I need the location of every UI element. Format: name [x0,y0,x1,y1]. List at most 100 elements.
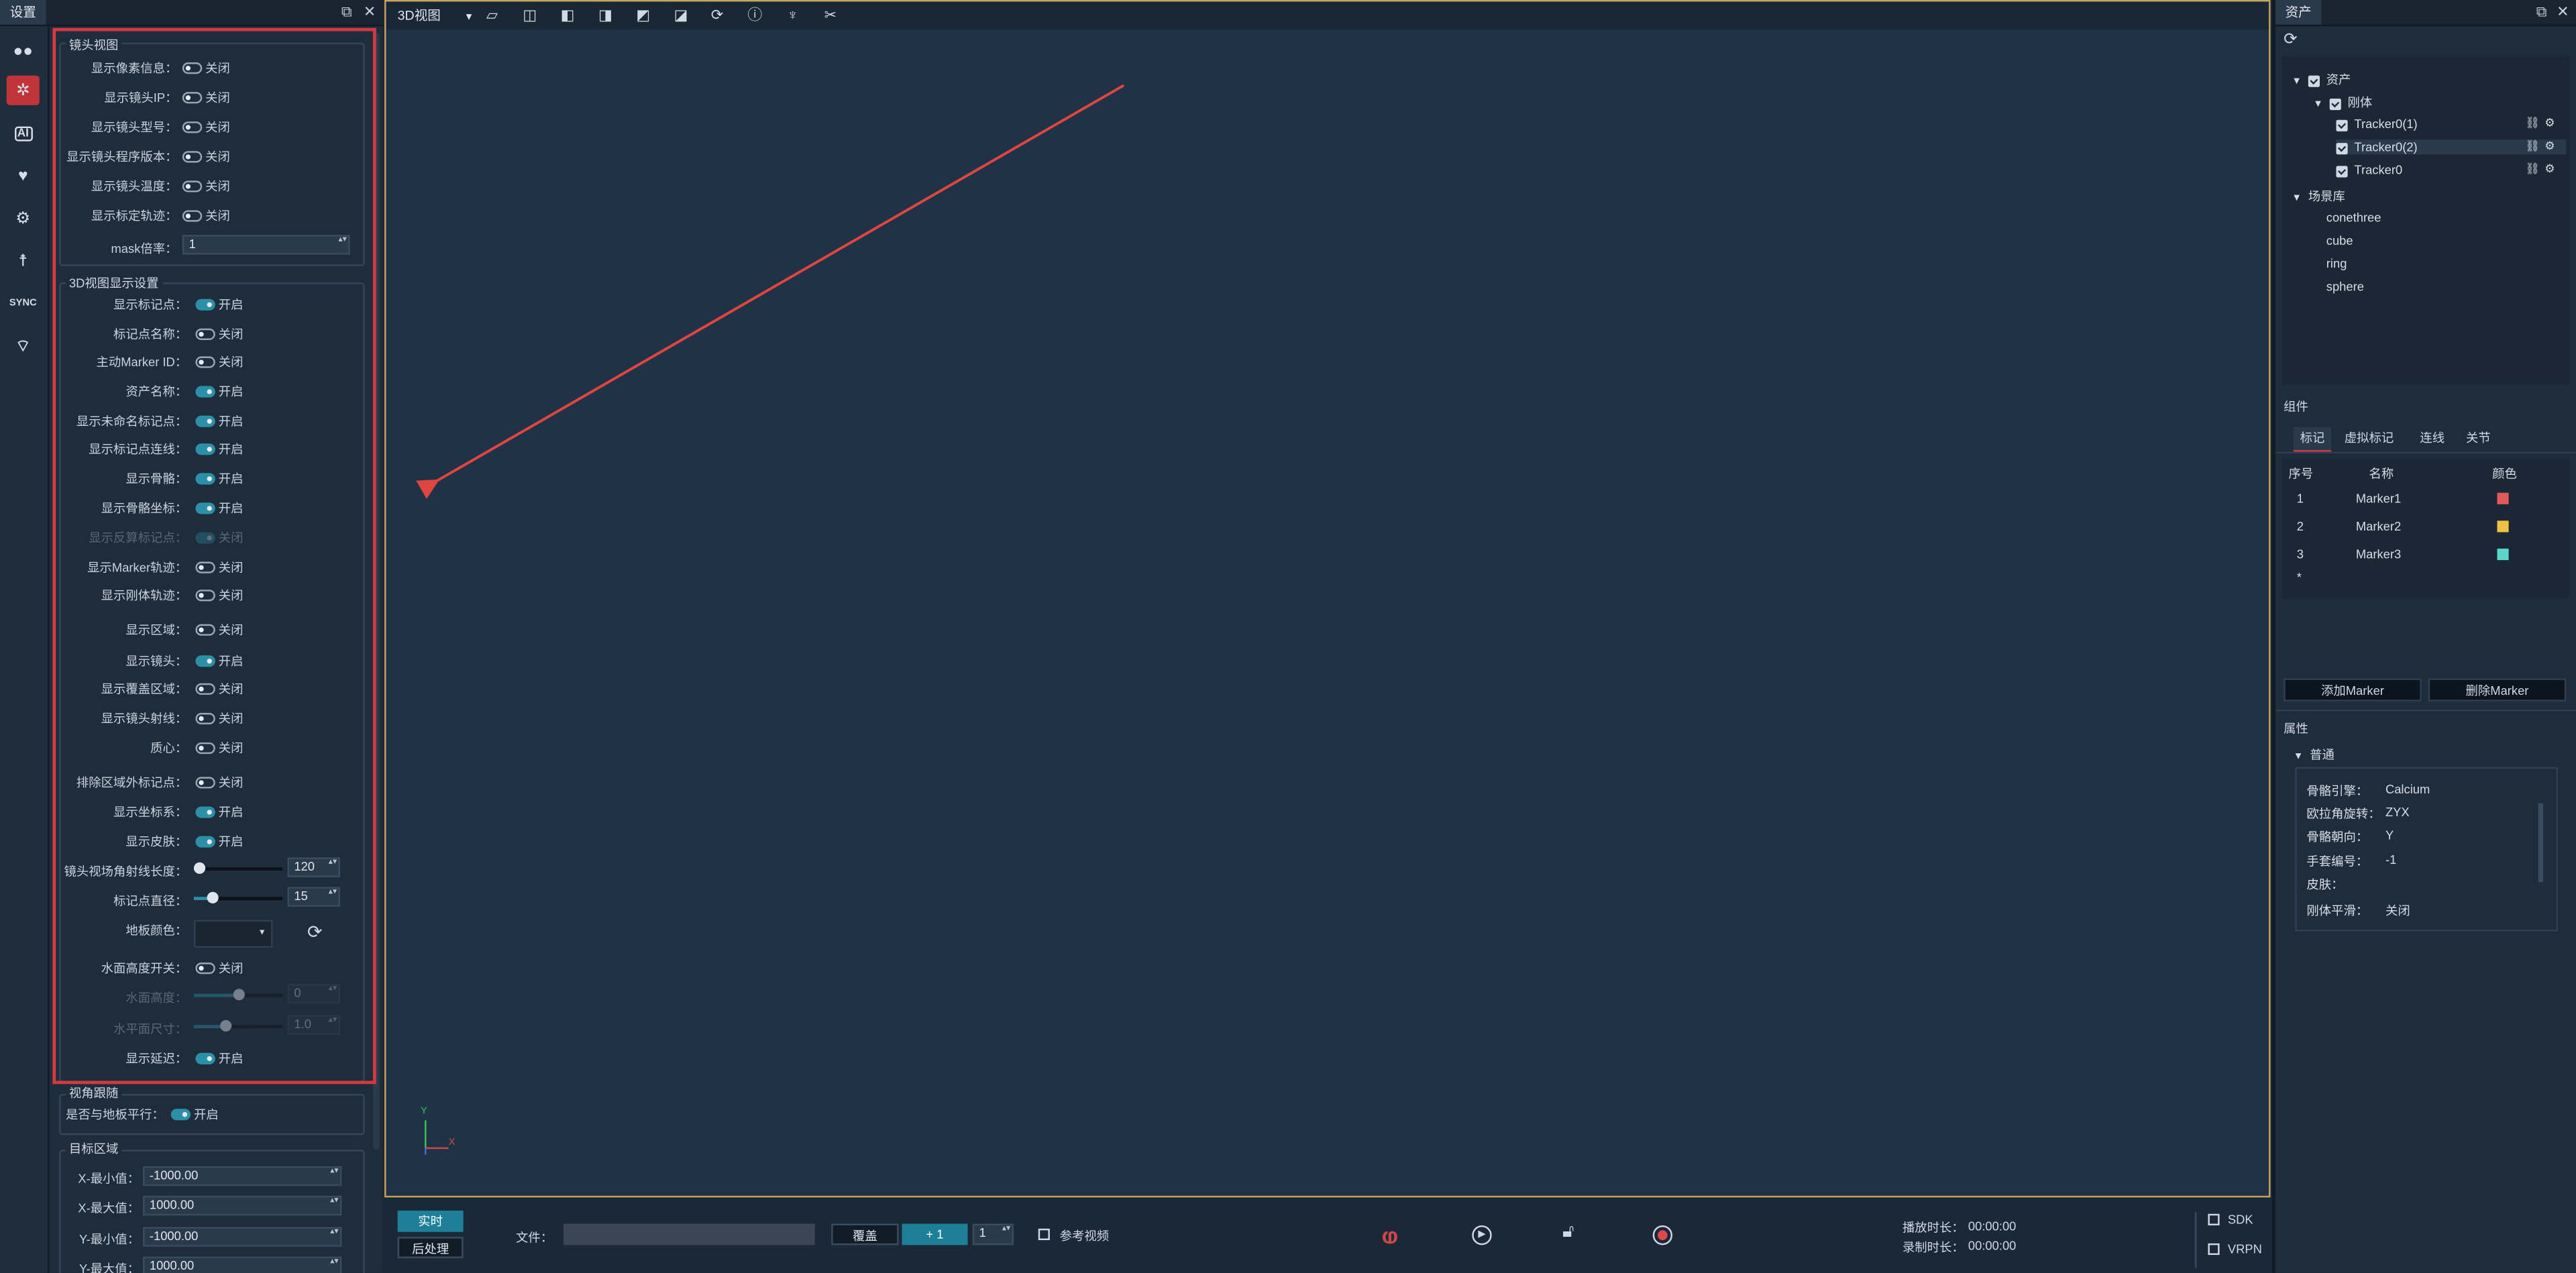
person-icon[interactable]: ☨ [7,246,40,276]
setting-toggle[interactable]: 关闭 [182,89,230,107]
ray-length-input[interactable]: 120 [287,857,340,877]
count-input[interactable]: 1 [972,1223,1014,1246]
floor-color-dropdown[interactable]: ▼ [193,920,273,948]
toggle-switch[interactable] [195,561,215,573]
settings-icon[interactable]: ⚙ [2544,142,2555,153]
toggle-switch[interactable] [170,1109,191,1121]
toggle-switch[interactable] [195,836,215,848]
unlock-icon[interactable]: 🔓︎ [1562,1222,1574,1243]
scene-item[interactable]: ring [2326,256,2347,271]
toggle-switch[interactable] [195,712,215,725]
toggle-switch[interactable] [195,742,215,755]
marker-color-swatch[interactable] [2497,520,2509,533]
setting-toggle[interactable]: 开启 [195,804,243,822]
toggle-switch[interactable] [195,590,215,602]
skeleton-icon[interactable]: ✲ [6,75,40,105]
scene-item[interactable]: conethree [2326,210,2381,225]
checkbox[interactable] [2336,165,2348,177]
setting-toggle[interactable]: 关闭 [195,586,243,604]
plus-one-button[interactable]: + 1 [902,1223,968,1246]
reference-video-checkbox[interactable] [1038,1228,1050,1240]
ray-length-slider[interactable] [193,862,283,874]
checkbox[interactable] [2329,97,2341,109]
setting-toggle[interactable]: 关闭 [195,739,243,757]
play-icon[interactable]: ▶ [1472,1225,1492,1246]
xmin-input[interactable]: -1000.00 [143,1166,342,1186]
marker-name[interactable]: Marker2 [2356,519,2401,534]
toggle-switch[interactable] [195,328,215,340]
settings-scrollbar[interactable] [372,32,380,1150]
toggle-switch[interactable] [182,210,203,222]
setting-toggle[interactable]: 开启 [195,383,243,401]
ray-length-knob[interactable] [193,862,205,874]
expand-icon[interactable]: ▼ [2313,100,2323,110]
refresh-icon[interactable]: ⟳ [307,922,323,942]
toggle-switch[interactable] [195,806,215,818]
toggle-switch[interactable] [195,502,215,514]
add-marker-button[interactable]: 添加Marker [2284,678,2422,702]
link-icon[interactable]: ⛓ [2525,164,2540,176]
marker-name[interactable]: Marker1 [2356,491,2401,506]
setting-toggle[interactable]: 关闭 [195,680,243,698]
setting-toggle[interactable]: 关闭 [182,118,230,136]
toggle-switch[interactable] [195,532,215,544]
file-input[interactable] [564,1223,815,1246]
link-icon[interactable]: ⛓ [2525,118,2540,129]
toggle-switch[interactable] [195,473,215,485]
setting-toggle[interactable]: 关闭 [182,59,230,77]
tree-rigid[interactable]: ▼ 刚体 [2313,94,2372,112]
setting-toggle[interactable]: 关闭 [195,710,243,728]
setting-toggle[interactable]: 关闭 [195,325,243,343]
sync-icon[interactable]: SYNC [7,289,40,319]
marker-diameter-input[interactable]: 15 [287,887,340,907]
marker-diameter-knob[interactable] [207,891,219,903]
checkbox[interactable] [2336,119,2348,131]
toggle-switch[interactable] [195,655,215,667]
close-icon[interactable]: ✕ [362,3,378,19]
vrpn-checkbox[interactable] [2208,1243,2220,1256]
realtime-button[interactable]: 实时 [397,1210,464,1232]
toggle-switch[interactable] [195,415,215,427]
settings-icon[interactable]: ⚙ [2544,164,2555,176]
delete-marker-button[interactable]: 删除Marker [2428,678,2567,702]
col-color[interactable]: 颜色 [2492,465,2517,483]
splitter[interactable] [2271,0,2275,1273]
scene-item[interactable]: cube [2326,233,2353,248]
viewport-3d[interactable]: 3D视图 ▼ ▱ ◫ ◧ ◨ ◩ ◪ ⟳ ⓘ ♆ ✂ Y X [384,0,2271,1198]
show-latency-toggle[interactable]: 开启 [195,1050,243,1068]
setting-toggle[interactable]: 关闭 [182,207,230,225]
horizontal-size-knob[interactable] [219,1019,232,1032]
marker-color-swatch[interactable] [2497,492,2509,504]
setting-toggle[interactable]: 关闭 [182,148,230,166]
tab-2[interactable]: 连线 [2414,427,2451,450]
tree-item[interactable]: Tracker0(1) ⛓ ⚙ [2336,117,2566,131]
marker-diameter-slider[interactable] [193,891,283,903]
tree-item[interactable]: Tracker0 ⛓ ⚙ [2336,162,2566,177]
setting-toggle[interactable]: 开启 [195,296,243,314]
setting-toggle[interactable]: 关闭 [195,353,243,372]
logo-icon[interactable]: ⱷ [1382,1222,1399,1248]
toggle-switch[interactable] [182,62,203,74]
checkbox[interactable] [2308,74,2320,87]
scene-item[interactable]: sphere [2326,279,2364,294]
horizontal-size-input[interactable]: 1.0 [287,1015,340,1035]
toggle-switch[interactable] [182,121,203,133]
camera-icon[interactable]: ●● [7,36,40,66]
marker-name[interactable]: Marker3 [2356,547,2401,562]
toggle-switch[interactable] [195,962,215,975]
gear-icon[interactable]: ⚙ [7,204,40,233]
properties-scrollbar[interactable] [2538,803,2544,883]
setting-toggle[interactable]: 开启 [195,412,243,431]
parallel-toggle[interactable]: 开启 [170,1105,219,1123]
link-icon[interactable]: ⛓ [2525,142,2540,153]
tab-1[interactable]: 虚拟标记 [2338,427,2400,450]
general-section[interactable]: ▼ 普通 [2294,746,2334,764]
assets-panel-title[interactable]: 资产 [2275,0,2322,25]
xmax-input[interactable]: 1000.00 [143,1195,342,1216]
toggle-switch[interactable] [182,151,203,163]
expand-icon[interactable]: ▼ [2292,77,2302,87]
undock-icon[interactable]: ⧉ [338,3,354,19]
toggle-switch[interactable] [195,683,215,695]
setting-toggle[interactable]: 开启 [195,499,243,517]
setting-toggle[interactable]: 关闭 [182,177,230,195]
